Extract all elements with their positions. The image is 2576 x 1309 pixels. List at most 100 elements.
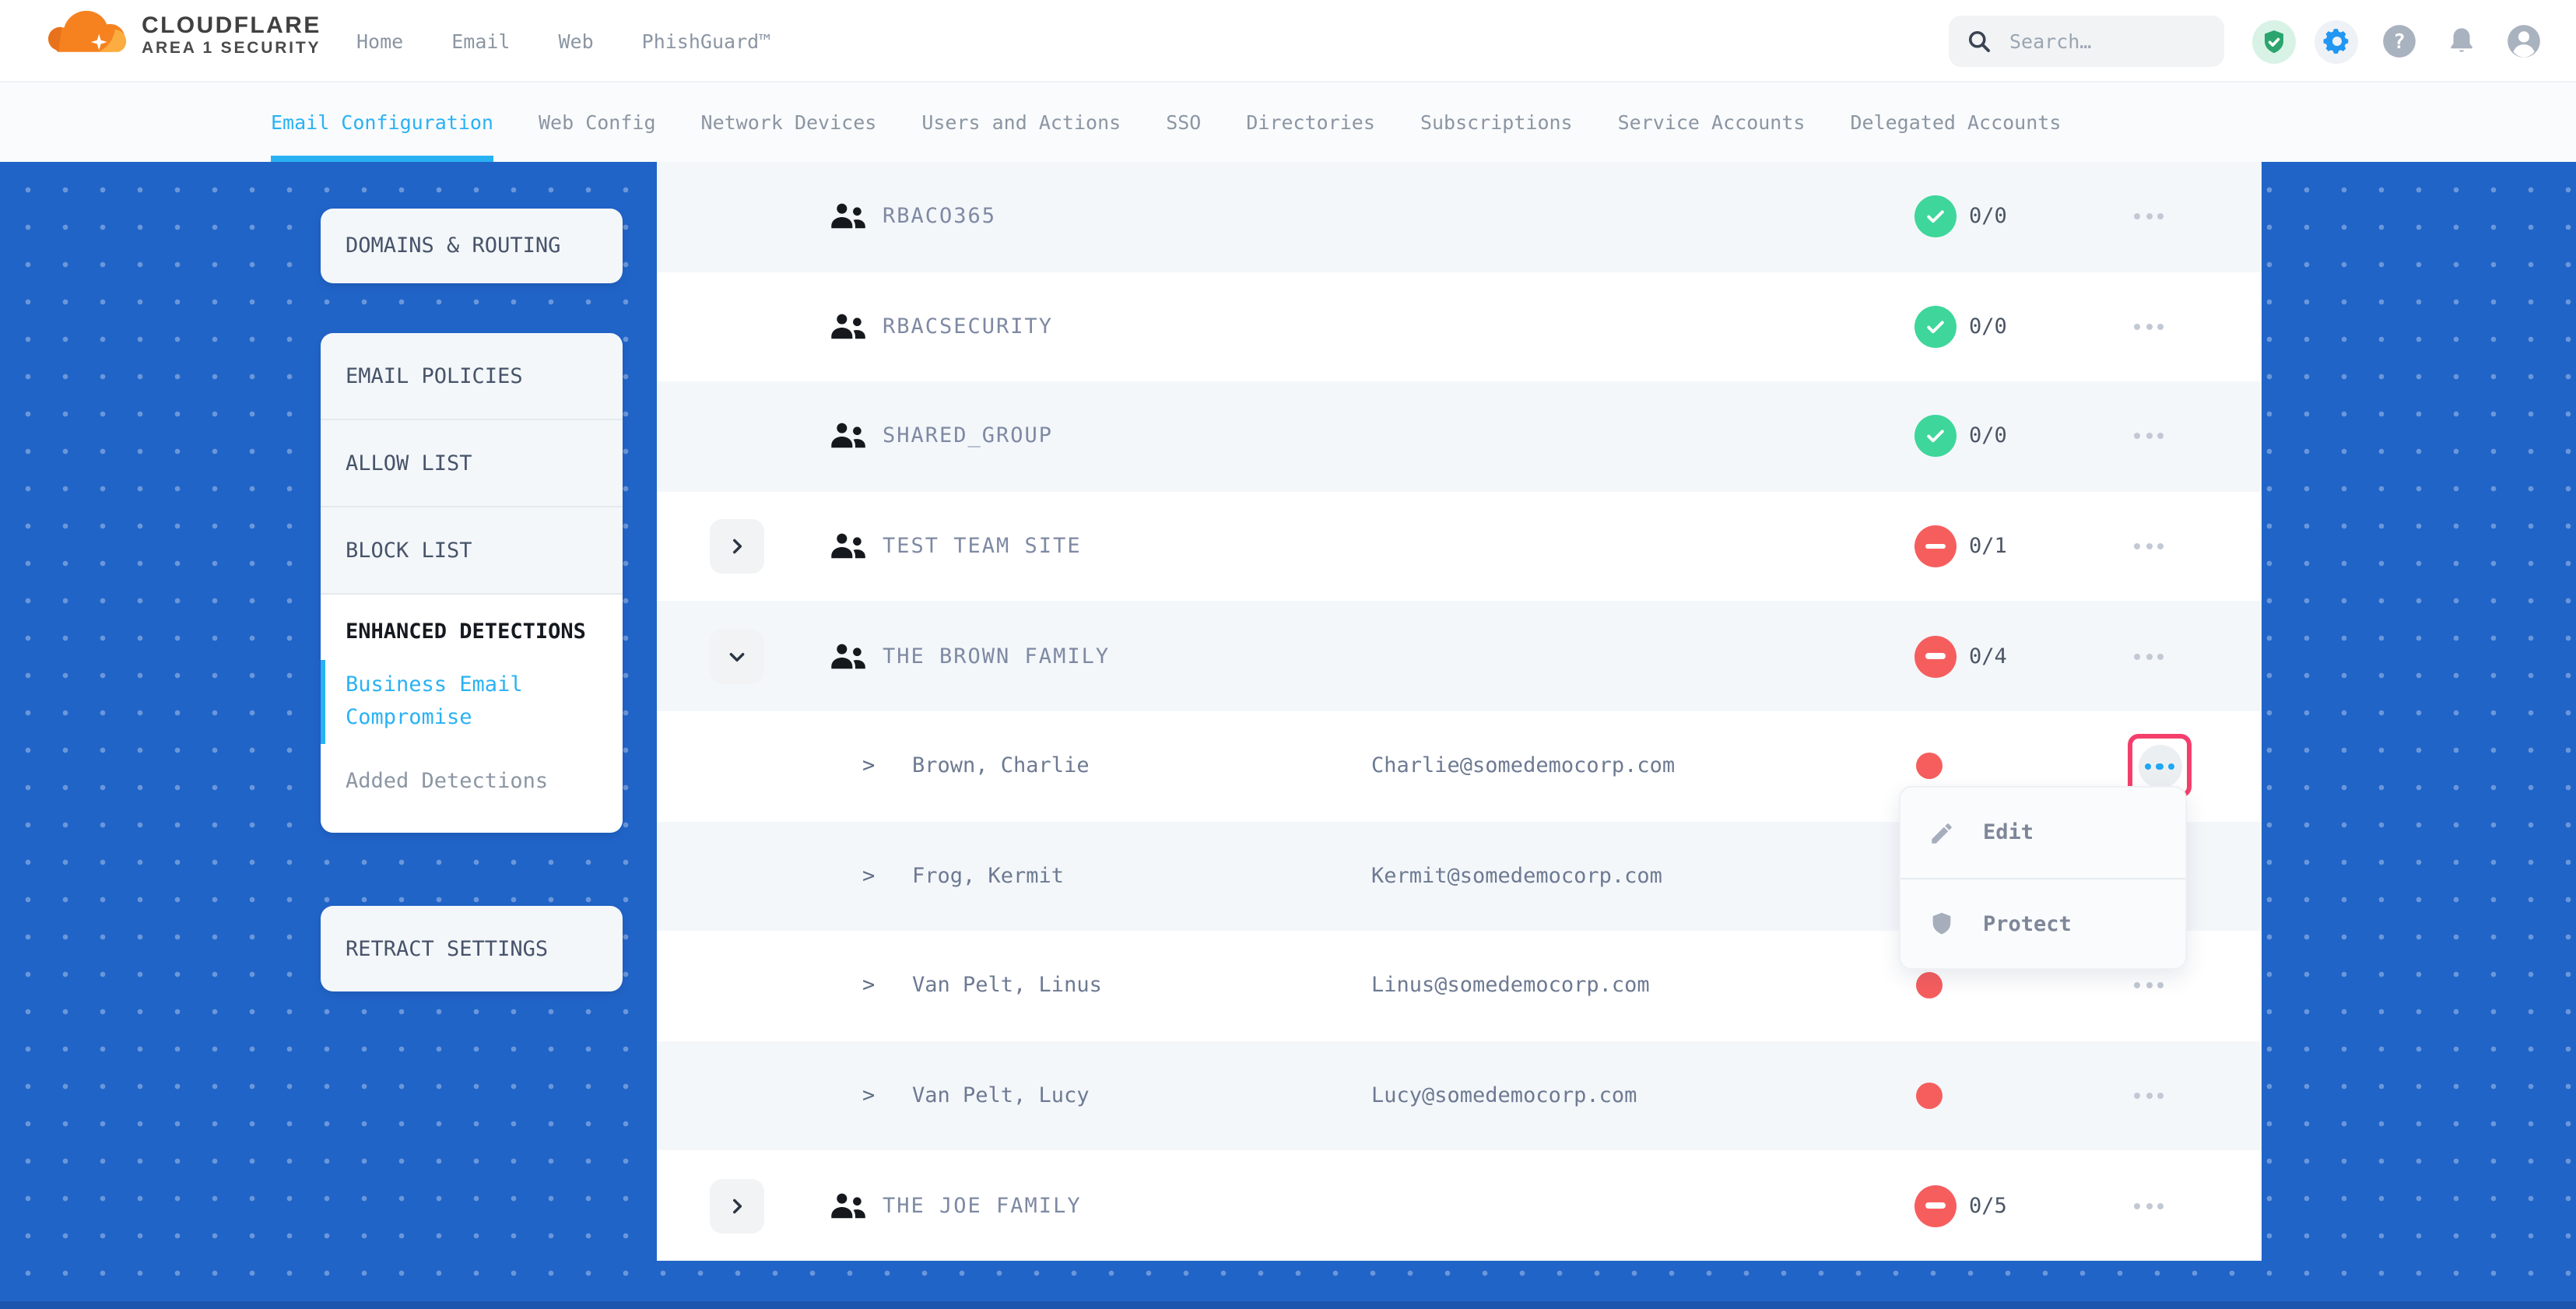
tab-web-config[interactable]: Web Config — [539, 82, 656, 162]
pencil-icon — [1928, 819, 1955, 846]
shield-check-icon[interactable] — [2252, 19, 2296, 63]
member-name: Van Pelt, Linus — [912, 974, 1102, 998]
sidebar-item-email-policies[interactable]: EMAIL POLICIES — [321, 333, 623, 420]
row-actions-button[interactable] — [2138, 745, 2181, 788]
tab-label: Users and Actions — [921, 111, 1121, 134]
status-ok-icon — [1914, 306, 1957, 348]
bell-icon[interactable] — [2439, 19, 2483, 63]
header-icons: ? — [2252, 19, 2545, 63]
tabs: Email Configuration Web Config Network Dev… — [271, 82, 2061, 162]
row-actions-button[interactable] — [2131, 1083, 2167, 1108]
group-icon — [826, 633, 872, 679]
member-email: Kermit@somedemocorp.com — [1371, 864, 1662, 889]
top-nav-item-web[interactable]: Web — [559, 30, 594, 53]
expand-toggle-button[interactable] — [710, 519, 764, 574]
menu-item-label: Protect — [1983, 911, 2072, 936]
directory-table: RBACO3650/0RBACSECURITY0/0SHARED_GROUP0/… — [657, 162, 2262, 1261]
cloudflare-logo[interactable]: CLOUDFLARE AREA 1 SECURITY — [48, 9, 321, 62]
member-email: Linus@somedemocorp.com — [1371, 974, 1650, 998]
tab-label: Delegated Accounts — [1850, 111, 2061, 134]
protected-count: 0/0 — [1969, 314, 2007, 339]
search-input[interactable] — [2006, 28, 2206, 54]
status-blocked-icon — [1914, 525, 1957, 567]
sidebar-item-domains-routing[interactable]: DOMAINS & ROUTING — [321, 209, 623, 283]
group-name: THE JOE FAMILY — [883, 1193, 1082, 1218]
tab-label: Network Devices — [701, 111, 877, 134]
group-name: RBACSECURITY — [883, 314, 1053, 339]
group-icon — [826, 304, 872, 349]
tab-email-configuration[interactable]: Email Configuration — [271, 82, 493, 162]
status-dot-red — [1916, 753, 1943, 780]
group-name: TEST TEAM SITE — [883, 534, 1082, 559]
sidebar-item-added-detections[interactable]: Added Detections — [321, 756, 623, 808]
chevron-right-icon — [727, 1195, 747, 1216]
member-chevron-icon: > — [862, 1083, 875, 1108]
row-actions-button[interactable] — [2131, 424, 2167, 449]
tab-label: Subscriptions — [1420, 111, 1573, 134]
svg-text:?: ? — [2392, 30, 2405, 54]
member-chevron-icon: > — [862, 864, 875, 889]
sidebar-item-retract-settings[interactable]: RETRACT SETTINGS — [321, 906, 623, 991]
row-actions-button[interactable] — [2131, 534, 2167, 559]
row-actions-button[interactable] — [2131, 974, 2167, 998]
expand-toggle-button[interactable] — [710, 629, 764, 683]
sidebar-item-business-email-compromise[interactable]: Business Email Compromise — [321, 661, 623, 745]
chevron-down-icon — [727, 646, 747, 666]
top-nav: Home Email Web PhishGuard™ — [356, 0, 770, 82]
top-nav-item-phishguard[interactable]: PhishGuard™ — [642, 30, 771, 53]
top-nav-item-home[interactable]: Home — [356, 30, 403, 53]
tab-users-and-actions[interactable]: Users and Actions — [921, 82, 1121, 162]
cloudflare-cloud-icon — [48, 9, 129, 62]
group-row-rbaco365: RBACO3650/0 — [657, 162, 2262, 272]
member-email: Lucy@somedemocorp.com — [1371, 1083, 1637, 1108]
bottom-edge — [0, 1301, 2576, 1309]
row-actions-button[interactable] — [2131, 644, 2167, 669]
tab-service-accounts[interactable]: Service Accounts — [1618, 82, 1806, 162]
sidebar-item-allow-list[interactable]: ALLOW LIST — [321, 420, 623, 507]
tab-subscriptions[interactable]: Subscriptions — [1420, 82, 1573, 162]
status-dot-red — [1916, 973, 1943, 999]
chevron-right-icon — [727, 536, 747, 556]
help-icon[interactable]: ? — [2377, 19, 2420, 63]
top-header: CLOUDFLARE AREA 1 SECURITY Home Email Web P… — [0, 0, 2576, 82]
sidebar-policies-card: EMAIL POLICIESALLOW LISTBLOCK LIST ENHAN… — [321, 333, 623, 833]
protected-count: 0/0 — [1969, 424, 2007, 449]
tab-label: Email Configuration — [271, 111, 493, 134]
tab-sso[interactable]: SSO — [1166, 82, 1201, 162]
row-actions-button[interactable] — [2131, 205, 2167, 230]
group-row-shared-group: SHARED_GROUP0/0 — [657, 381, 2262, 491]
expand-toggle-button[interactable] — [710, 1178, 764, 1233]
area1-security-app: CLOUDFLARE AREA 1 SECURITY Home Email Web P… — [0, 0, 2576, 1309]
tab-network-devices[interactable]: Network Devices — [701, 82, 877, 162]
brand-name: CLOUDFLARE — [142, 13, 321, 38]
gear-icon[interactable] — [2315, 19, 2358, 63]
group-icon — [826, 524, 872, 569]
tab-label: Directories — [1246, 111, 1375, 134]
search-icon — [1967, 30, 1991, 53]
member-chevron-icon: > — [862, 754, 875, 779]
status-ok-icon — [1914, 416, 1957, 458]
menu-item-label: Edit — [1983, 820, 2034, 845]
row-context-menu: Edit Protect — [1899, 786, 2187, 970]
tab-label: Service Accounts — [1618, 111, 1806, 134]
group-name: THE BROWN FAMILY — [883, 644, 1110, 669]
status-blocked-icon — [1914, 1184, 1957, 1227]
menu-item-edit[interactable]: Edit — [1900, 788, 2185, 878]
top-nav-item-email[interactable]: Email — [451, 30, 510, 53]
tab-delegated-accounts[interactable]: Delegated Accounts — [1850, 82, 2061, 162]
search-box[interactable] — [1949, 16, 2224, 67]
row-actions-button[interactable] — [2131, 1193, 2167, 1218]
group-row-test-team-site: TEST TEAM SITE0/1 — [657, 492, 2262, 602]
tab-label: SSO — [1166, 111, 1201, 134]
sidebar-item-block-list[interactable]: BLOCK LIST — [321, 507, 623, 595]
enhanced-detections-title: ENHANCED DETECTIONS — [321, 616, 623, 648]
group-row-rbacsecurity: RBACSECURITY 0/0 — [657, 272, 2262, 381]
tab-directories[interactable]: Directories — [1246, 82, 1375, 162]
avatar-icon[interactable] — [2501, 19, 2545, 63]
row-actions-button[interactable] — [2131, 314, 2167, 339]
member-chevron-icon: > — [862, 974, 875, 998]
brand-subtitle: AREA 1 SECURITY — [142, 41, 321, 58]
menu-item-protect[interactable]: Protect — [1900, 878, 2185, 968]
member-name: Van Pelt, Lucy — [912, 1083, 1090, 1108]
group-name: RBACO365 — [883, 205, 996, 230]
